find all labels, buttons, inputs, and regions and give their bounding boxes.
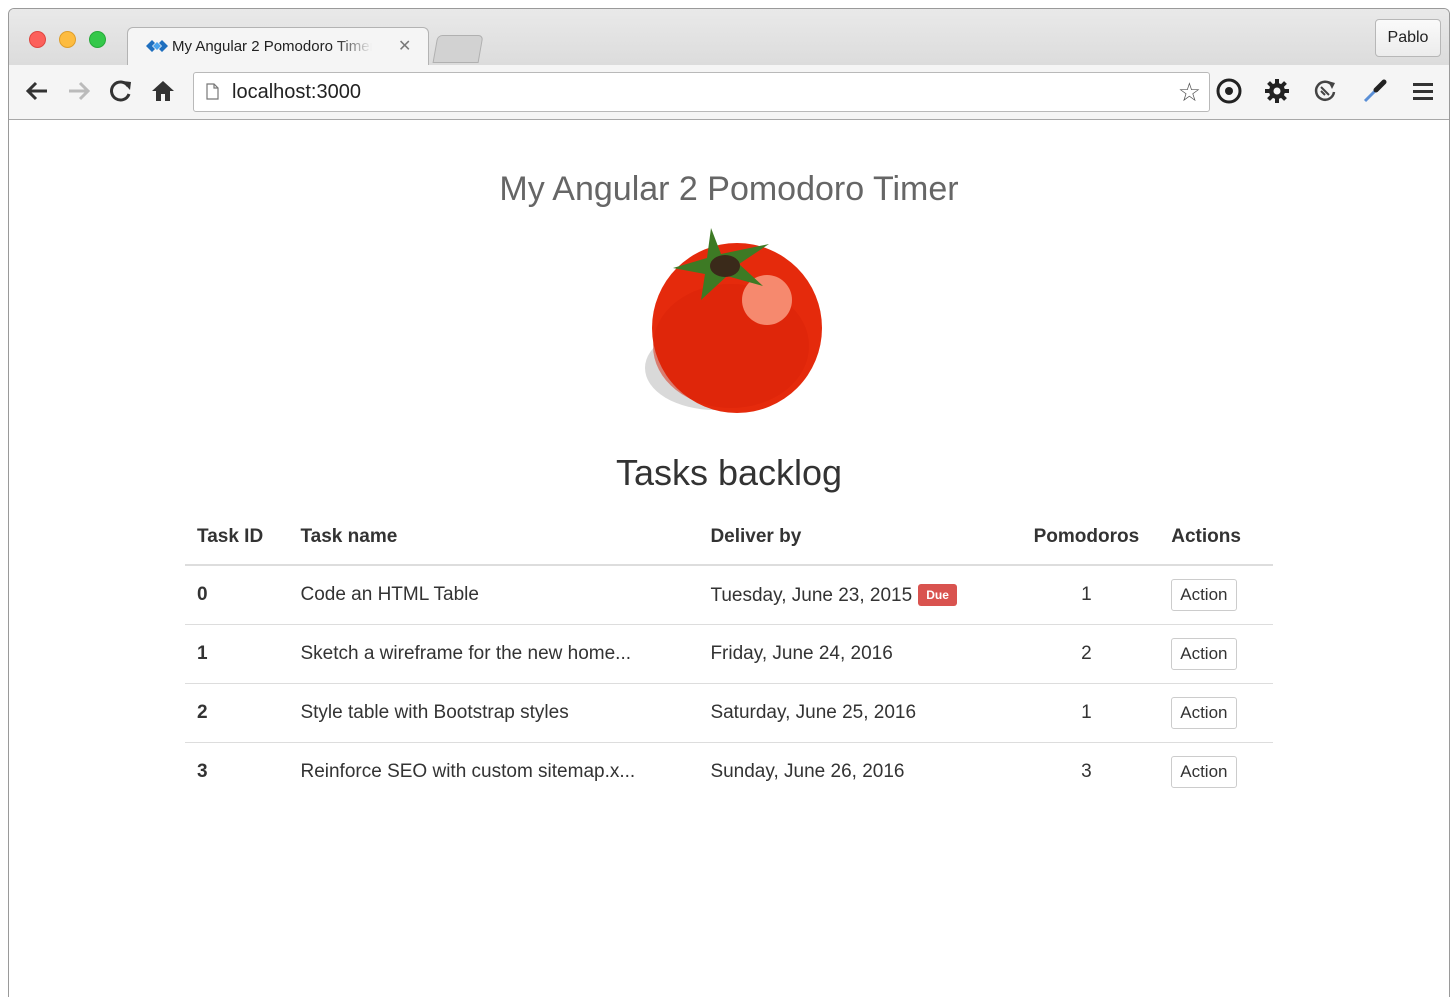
home-icon: [152, 81, 174, 101]
sync-icon: [1314, 80, 1336, 101]
column-header-task-name: Task name: [288, 510, 699, 566]
arrow-right-icon: [69, 81, 91, 101]
task-name-cell: Sketch a wireframe for the new home...: [288, 624, 699, 684]
deliver-by-date: Saturday, June 25, 2016: [710, 702, 917, 723]
url-text[interactable]: localhost:3000: [232, 81, 361, 104]
tab-close-icon[interactable]: ✕: [398, 36, 411, 56]
task-name-cell: Style table with Bootstrap styles: [288, 683, 699, 743]
tomato-logo: [635, 228, 825, 424]
page-icon: [206, 83, 219, 100]
gear-icon: [1265, 79, 1289, 103]
pomodoros-cell: 1: [1013, 683, 1160, 743]
table-row: 3 Reinforce SEO with custom sitemap.x...…: [185, 743, 1273, 802]
deliver-by-cell: Friday, June 24, 2016: [698, 624, 1014, 684]
forward-button[interactable]: [65, 77, 93, 105]
task-id-cell: 3: [197, 761, 208, 782]
due-badge: Due: [918, 583, 957, 606]
maximize-window-button[interactable]: [89, 31, 106, 48]
action-button[interactable]: Action: [1171, 579, 1237, 611]
column-header-task-id: Task ID: [185, 510, 289, 566]
table-header-row: Task ID Task name Deliver by Pomodoros A…: [185, 510, 1273, 566]
close-window-button[interactable]: [29, 31, 46, 48]
chrome-extension-button[interactable]: [1215, 77, 1243, 105]
column-header-deliver-by: Deliver by: [698, 510, 1014, 566]
actions-cell: Action: [1159, 683, 1273, 743]
eyedropper-button[interactable]: [1361, 77, 1389, 105]
chrome-extension-icon: [1216, 78, 1242, 104]
backlog-heading: Tasks backlog: [615, 452, 843, 493]
table-row: 1 Sketch a wireframe for the new home...…: [185, 624, 1273, 684]
tab-title: My Angular 2 Pomodoro Timer: [172, 38, 372, 55]
reload-icon: [110, 80, 131, 102]
browser-toolbar: localhost:3000 ☆: [9, 65, 1449, 120]
deliver-by-date: Friday, June 24, 2016: [710, 643, 893, 664]
deliver-by-date: Sunday, June 26, 2016: [710, 761, 905, 782]
task-id-cell: 0: [185, 565, 289, 625]
browser-window: My Angular 2 Pomodoro Timer ✕ Pablo loca…: [8, 8, 1450, 997]
settings-button[interactable]: [1263, 77, 1291, 105]
task-name-cell: Code an HTML Table: [288, 565, 699, 625]
action-button[interactable]: Action: [1171, 756, 1237, 788]
menu-button[interactable]: [1409, 77, 1437, 105]
minimize-window-button[interactable]: [59, 31, 76, 48]
task-name-cell: Reinforce SEO with custom sitemap.x...: [300, 761, 636, 782]
deliver-by-cell: Tuesday, June 23, 2015 Due: [698, 565, 1014, 625]
sync-button[interactable]: [1311, 77, 1339, 105]
new-tab-button[interactable]: [432, 35, 484, 63]
pomodoros-cell: 2: [1013, 624, 1160, 684]
address-bar[interactable]: localhost:3000 ☆: [193, 72, 1210, 112]
deliver-by-date: Tuesday, June 23, 2015: [710, 584, 913, 606]
actions-cell: Action: [1159, 565, 1273, 625]
hamburger-menu-icon: [1413, 83, 1433, 100]
task-id-cell: 1: [185, 624, 289, 684]
tasks-table: Task ID Task name Deliver by Pomodoros A…: [185, 510, 1273, 801]
arrow-left-icon: [25, 81, 47, 101]
page-title: My Angular 2 Pomodoro Timer: [499, 170, 959, 208]
pomodoros-cell: 1: [1013, 565, 1160, 625]
pomodoros-cell: 3: [1081, 761, 1092, 782]
actions-cell: Action: [1159, 624, 1273, 684]
action-button[interactable]: Action: [1171, 697, 1237, 729]
deliver-by-cell: Saturday, June 25, 2016: [698, 683, 1014, 743]
table-row: 0 Code an HTML Table Tuesday, June 23, 2…: [185, 565, 1273, 625]
home-button[interactable]: [149, 77, 177, 105]
table-row: 2 Style table with Bootstrap styles Satu…: [185, 683, 1273, 743]
browser-tab[interactable]: My Angular 2 Pomodoro Timer ✕: [127, 27, 429, 66]
reload-button[interactable]: [107, 77, 135, 105]
action-button[interactable]: Action: [1171, 638, 1237, 670]
column-header-pomodoros: Pomodoros: [1013, 510, 1160, 566]
profile-button[interactable]: Pablo: [1375, 19, 1441, 57]
angular-favicon-icon: [146, 38, 168, 54]
deliver-by-cell: Sunday, June 26, 2016: [698, 743, 1013, 802]
actions-cell: Action: [1159, 743, 1273, 802]
back-button[interactable]: [23, 77, 51, 105]
eyedropper-icon: [1363, 79, 1387, 103]
star-icon[interactable]: ☆: [1178, 77, 1201, 108]
task-id-cell: 2: [185, 683, 289, 743]
column-header-actions: Actions: [1159, 510, 1273, 566]
tab-strip: My Angular 2 Pomodoro Timer ✕ Pablo: [9, 9, 1449, 66]
page-content: My Angular 2 Pomodoro Timer Tasks backlo…: [9, 120, 1449, 997]
